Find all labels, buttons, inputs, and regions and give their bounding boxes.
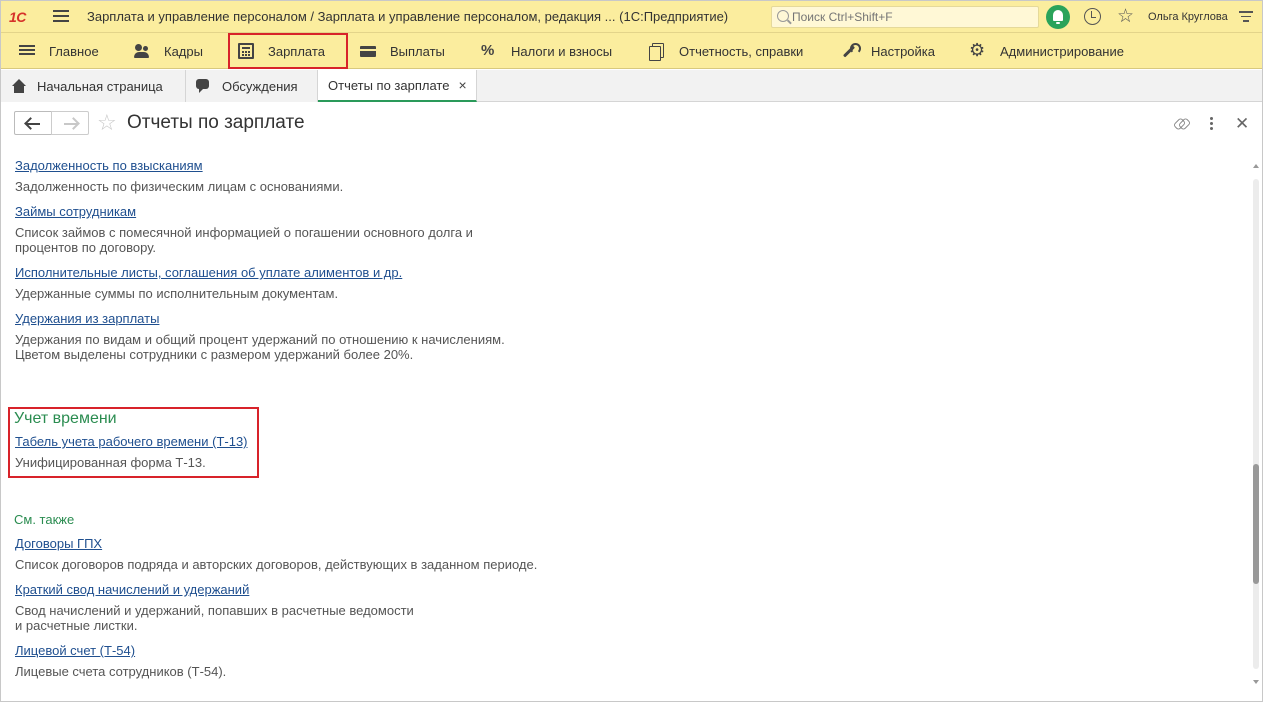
menu-icon (19, 43, 35, 59)
section-label: Настройка (871, 43, 935, 59)
section-personnel[interactable]: Кадры (134, 33, 203, 69)
report-description: Задолженность по физическим лицам с осно… (15, 179, 344, 194)
section-label: Налоги и взносы (511, 43, 613, 59)
gear-icon (969, 40, 986, 61)
report-description: Список займов с помесячной информацией о… (15, 225, 473, 240)
arrow-right-icon (64, 123, 77, 125)
report-description: Удержанные суммы по исполнительным докум… (15, 286, 339, 301)
report-link-accruals-summary[interactable]: Краткий свод начислений и удержаний (15, 582, 414, 597)
see-also-title: См. также (14, 512, 75, 527)
tab-discussions[interactable]: Обсуждения (186, 70, 318, 102)
tab-salary-reports[interactable]: Отчеты по зарплате × (318, 70, 477, 102)
settings-menu-icon[interactable] (1239, 11, 1253, 23)
report-description: Цветом выделены сотрудники с размером уд… (15, 347, 414, 362)
section-label: Отчетность, справки (679, 43, 804, 59)
home-icon (11, 79, 27, 93)
section-main[interactable]: Главное (19, 33, 99, 69)
tab-label: Обсуждения (222, 78, 298, 94)
search-icon (777, 10, 789, 22)
report-description: Удержания по видам и общий процент удерж… (15, 332, 505, 347)
people-icon (134, 43, 150, 59)
wrench-icon (841, 43, 861, 59)
report-description: Унифицированная форма Т-13. (15, 455, 206, 470)
scroll-thumb[interactable] (1253, 464, 1259, 584)
scroll-down-arrow-icon[interactable] (1253, 680, 1259, 684)
section-payments[interactable]: Выплаты (360, 33, 445, 69)
section-administration[interactable]: Администрирование (969, 33, 1124, 69)
section-label: Кадры (164, 43, 203, 59)
report-link-gph-contracts[interactable]: Договоры ГПХ (15, 536, 537, 551)
list-item: Исполнительные листы, соглашения об упла… (15, 265, 402, 301)
report-link-debt-collections[interactable]: Задолженность по взысканиям (15, 158, 343, 173)
report-description: Свод начислений и удержаний, попавших в … (15, 603, 414, 618)
global-search[interactable] (771, 6, 1039, 28)
arrow-left-icon (27, 123, 40, 125)
group-title-time-tracking: Учет времени (14, 410, 117, 427)
section-label: Зарплата (268, 43, 325, 59)
back-button[interactable] (14, 111, 52, 135)
vertical-scrollbar[interactable] (1250, 161, 1262, 687)
tab-label: Начальная страница (37, 78, 163, 94)
history-icon[interactable] (1084, 8, 1101, 25)
logo-1c: 1С (9, 9, 26, 25)
section-label: Администрирование (1000, 43, 1124, 59)
title-bar: 1С Зарплата и управление персоналом / За… (1, 1, 1262, 33)
report-link-personal-account-t54[interactable]: Лицевой счет (Т-54) (15, 643, 226, 658)
section-label: Выплаты (390, 43, 445, 59)
list-item: Лицевой счет (Т-54) Лицевые счета сотруд… (15, 643, 226, 679)
app-title: Зарплата и управление персоналом / Зарпл… (87, 9, 729, 24)
open-windows-bar: Начальная страница Обсуждения Отчеты по … (1, 70, 1262, 102)
report-description: Лицевые счета сотрудников (Т-54). (15, 664, 227, 679)
tab-home[interactable]: Начальная страница (1, 70, 186, 102)
link-icon[interactable] (1173, 115, 1189, 131)
tab-label: Отчеты по зарплате (328, 77, 450, 93)
search-input[interactable] (792, 9, 1032, 25)
favorites-star-icon[interactable]: ☆ (1117, 5, 1134, 28)
section-label: Главное (49, 43, 99, 59)
calculator-icon (238, 43, 254, 59)
sections-panel: Главное Кадры Зарплата Выплаты % Налоги … (1, 33, 1262, 69)
chat-icon (196, 79, 212, 93)
card-icon (360, 43, 376, 59)
report-list: Задолженность по взысканиям Задолженност… (1, 151, 1249, 681)
list-item: Договоры ГПХ Список договоров подряда и … (15, 536, 537, 572)
list-item: Табель учета рабочего времени (Т-13) Уни… (15, 434, 248, 470)
scroll-track[interactable] (1253, 179, 1259, 669)
add-to-favorites-star-icon[interactable]: ☆ (97, 110, 117, 136)
section-salary[interactable]: Зарплата (228, 33, 348, 69)
documents-icon (649, 43, 665, 61)
scroll-up-arrow-icon[interactable] (1253, 164, 1259, 168)
more-actions-icon[interactable] (1210, 115, 1214, 131)
list-item: Займы сотрудникам Список займов с помеся… (15, 204, 473, 255)
list-item: Удержания из зарплаты Удержания по видам… (15, 311, 505, 362)
report-description: процентов по договору. (15, 240, 157, 255)
report-link-timesheet-t13[interactable]: Табель учета рабочего времени (Т-13) (15, 434, 248, 449)
user-name[interactable]: Ольга Круглова (1148, 11, 1228, 23)
report-description: Список договоров подряда и авторских дог… (15, 557, 538, 572)
forward-button[interactable] (51, 111, 89, 135)
page-title: Отчеты по зарплате (127, 112, 305, 133)
section-taxes[interactable]: % Налоги и взносы (481, 33, 612, 69)
notifications-bell-icon[interactable] (1046, 5, 1070, 29)
close-tab-icon[interactable]: × (458, 77, 466, 93)
percent-icon: % (481, 42, 495, 59)
report-link-employee-loans[interactable]: Займы сотрудникам (15, 204, 473, 219)
report-link-salary-deductions[interactable]: Удержания из зарплаты (15, 311, 505, 326)
report-description: и расчетные листки. (15, 618, 138, 633)
list-item: Краткий свод начислений и удержаний Свод… (15, 582, 414, 633)
close-form-icon[interactable]: ✕ (1235, 114, 1249, 134)
report-link-writs-of-execution[interactable]: Исполнительные листы, соглашения об упла… (15, 265, 402, 280)
section-reporting[interactable]: Отчетность, справки (649, 33, 803, 69)
list-item: Задолженность по взысканиям Задолженност… (15, 158, 343, 194)
main-menu-icon[interactable] (53, 10, 69, 24)
section-settings[interactable]: Настройка (841, 33, 935, 69)
